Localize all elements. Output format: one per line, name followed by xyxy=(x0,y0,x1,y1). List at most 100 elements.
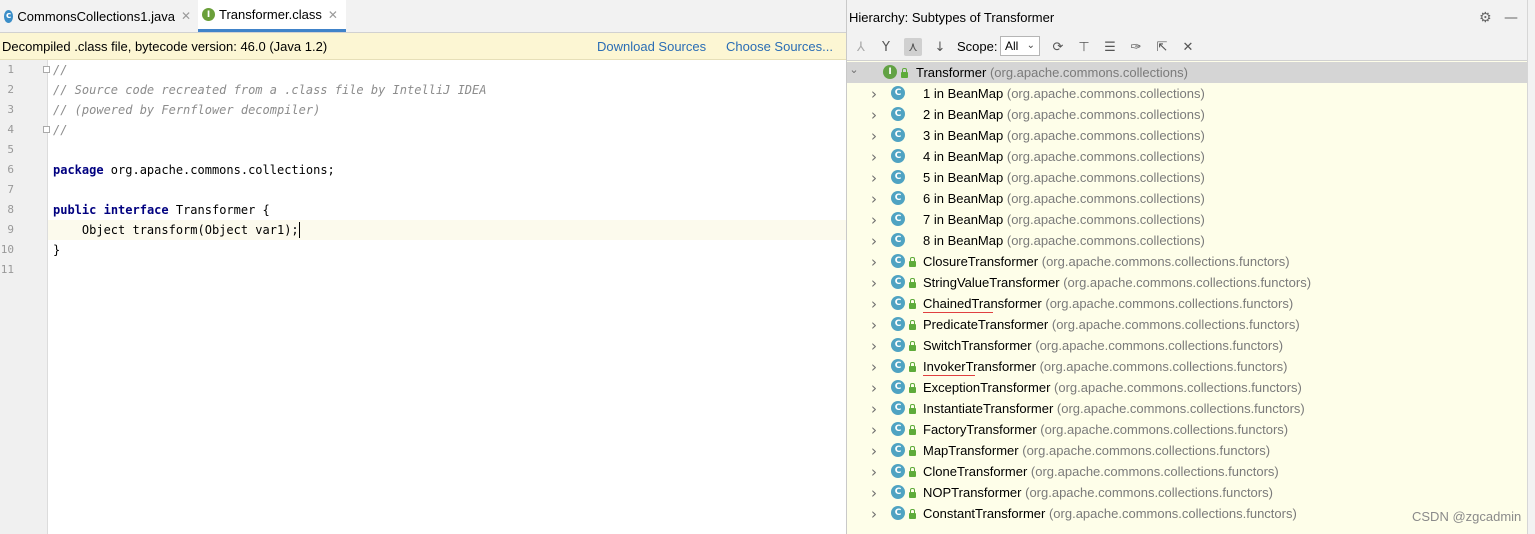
hierarchy-toolbar: ⅄ Y ⋏ ↓ Scope: All ⌄ ⟳ ⊤ ☰ ✑ ⇱ ✕ xyxy=(847,34,1527,61)
code-line: Object transform(Object var1); xyxy=(53,220,300,240)
supertypes-hierarchy-icon[interactable]: ⅄ xyxy=(852,38,870,56)
type-hierarchy-icon[interactable]: Y xyxy=(877,38,895,56)
hierarchy-title: Hierarchy: Subtypes of Transformer xyxy=(849,9,1055,25)
chevron-right-icon[interactable]: › xyxy=(869,169,879,187)
chevron-right-icon[interactable]: › xyxy=(869,190,879,208)
chevron-right-icon[interactable]: › xyxy=(869,421,879,439)
chevron-right-icon[interactable]: › xyxy=(869,400,879,418)
class-icon: C xyxy=(891,86,905,100)
class-name: ConstantTransformer xyxy=(923,506,1046,521)
collapse-all-icon[interactable]: ☰ xyxy=(1101,38,1119,56)
package-name: (org.apache.commons.collections.functors… xyxy=(1048,506,1297,521)
chevron-down-icon[interactable]: ⌄ xyxy=(849,63,859,76)
tree-item[interactable]: › C SwitchTransformer (org.apache.commons.… xyxy=(847,335,1527,356)
tree-item[interactable]: › C 5 in BeanMap (org.apache.commons.colle… xyxy=(847,167,1527,188)
chevron-right-icon[interactable]: › xyxy=(869,505,879,523)
chevron-right-icon[interactable]: › xyxy=(869,358,879,376)
chevron-right-icon[interactable]: › xyxy=(869,484,879,502)
class-icon: C xyxy=(891,233,905,247)
class-name: 6 in BeanMap xyxy=(923,191,1004,206)
subtypes-hierarchy-icon[interactable]: ⋏ xyxy=(904,38,922,56)
tree-item[interactable]: › C PredicateTransformer (org.apache.commo… xyxy=(847,314,1527,335)
tab-transformer-class[interactable]: I Transformer.class ✕ xyxy=(198,0,346,32)
chevron-right-icon[interactable]: › xyxy=(869,295,879,313)
tree-item[interactable]: › C ExceptionTransformer (org.apache.commo… xyxy=(847,377,1527,398)
annotation-underline xyxy=(923,312,993,313)
tree-item-label: FactoryTransformer (org.apache.commons.c… xyxy=(923,422,1288,437)
hierarchy-header: Hierarchy: Subtypes of Transformer ⚙ — xyxy=(847,0,1527,34)
open-external-icon[interactable]: ⇱ xyxy=(1153,38,1171,56)
chevron-right-icon[interactable]: › xyxy=(869,442,879,460)
public-lock-icon xyxy=(901,68,908,78)
right-tool-strip xyxy=(1527,0,1535,534)
chevron-right-icon[interactable]: › xyxy=(869,85,879,103)
tab-label: CommonsCollections1.java xyxy=(17,8,175,24)
tree-item[interactable]: › C StringValueTransformer (org.apache.com… xyxy=(847,272,1527,293)
package-name: (org.apache.commons.collections) xyxy=(1006,233,1205,248)
class-file-icon: c xyxy=(4,9,14,23)
chevron-right-icon[interactable]: › xyxy=(869,379,879,397)
line-number: 1 xyxy=(7,63,14,76)
tree-item-label: 1 in BeanMap (org.apache.commons.collect… xyxy=(923,86,1205,101)
expand-all-icon[interactable]: ⊤ xyxy=(1075,38,1093,56)
chevron-right-icon[interactable]: › xyxy=(869,211,879,229)
tree-item[interactable]: › C MapTransformer (org.apache.commons.col… xyxy=(847,440,1527,461)
close-icon[interactable]: ✕ xyxy=(1179,38,1197,56)
class-icon: C xyxy=(891,422,905,436)
tab-commonscollections1[interactable]: c CommonsCollections1.java ✕ xyxy=(0,0,195,32)
tree-item[interactable]: › C 3 in BeanMap (org.apache.commons.colle… xyxy=(847,125,1527,146)
code-line: } xyxy=(53,243,61,257)
class-icon: C xyxy=(891,254,905,268)
choose-sources-link[interactable]: Choose Sources... xyxy=(726,39,833,54)
code-line: // (powered by Fernflower decompiler) xyxy=(53,103,321,117)
tree-item[interactable]: › C FactoryTransformer (org.apache.commons… xyxy=(847,419,1527,440)
chevron-right-icon[interactable]: › xyxy=(869,337,879,355)
chevron-right-icon[interactable]: › xyxy=(869,316,879,334)
class-name: ExceptionTransformer xyxy=(923,380,1051,395)
sort-alphabetically-icon[interactable]: ↓ xyxy=(931,38,949,56)
code-editor[interactable]: // // Source code recreated from a .clas… xyxy=(48,60,846,534)
class-name: 1 in BeanMap xyxy=(923,86,1004,101)
chevron-right-icon[interactable]: › xyxy=(869,106,879,124)
class-icon: C xyxy=(891,317,905,331)
scope-select[interactable]: All ⌄ xyxy=(1000,36,1040,56)
download-sources-link[interactable]: Download Sources xyxy=(597,39,706,54)
package-name: (org.apache.commons.collections.functors… xyxy=(1040,422,1289,437)
line-number: 8 xyxy=(7,203,14,216)
line-number: 5 xyxy=(7,143,14,156)
tree-item[interactable]: › C NOPTransformer (org.apache.commons.col… xyxy=(847,482,1527,503)
tree-root-row[interactable]: ⌄ I Transformer (org.apache.commons.collec… xyxy=(847,62,1527,83)
close-icon[interactable]: ✕ xyxy=(328,8,338,22)
package-name: (org.apache.commons.collections.functors… xyxy=(1022,443,1271,458)
scope-value: All xyxy=(1005,39,1019,53)
class-name: ChainedTransformer xyxy=(923,296,1042,311)
refresh-icon[interactable]: ⟳ xyxy=(1049,38,1067,56)
chevron-right-icon[interactable]: › xyxy=(869,232,879,250)
tree-item[interactable]: › C ChainedTransformer (org.apache.commons… xyxy=(847,293,1527,314)
tree-item[interactable]: › C 4 in BeanMap (org.apache.commons.colle… xyxy=(847,146,1527,167)
tree-item[interactable]: › C ClosureTransformer (org.apache.commons… xyxy=(847,251,1527,272)
pin-icon[interactable]: ✑ xyxy=(1127,38,1145,56)
gear-icon[interactable]: ⚙ xyxy=(1479,10,1492,26)
tree-item[interactable]: › C 7 in BeanMap (org.apache.commons.colle… xyxy=(847,209,1527,230)
chevron-right-icon[interactable]: › xyxy=(869,253,879,271)
code-text: Object transform(Object var1); xyxy=(53,223,299,237)
minimize-icon[interactable]: — xyxy=(1504,10,1518,26)
tree-item[interactable]: › C CloneTransformer (org.apache.commons.c… xyxy=(847,461,1527,482)
close-icon[interactable]: ✕ xyxy=(181,9,191,23)
tree-item[interactable]: › C InstantiateTransformer (org.apache.com… xyxy=(847,398,1527,419)
class-icon: C xyxy=(891,443,905,457)
class-name: 7 in BeanMap xyxy=(923,212,1004,227)
chevron-right-icon[interactable]: › xyxy=(869,463,879,481)
tree-item[interactable]: › C 1 in BeanMap (org.apache.commons.colle… xyxy=(847,83,1527,104)
chevron-right-icon[interactable]: › xyxy=(869,127,879,145)
tree-root-label: Transformer (org.apache.commons.collecti… xyxy=(916,65,1188,80)
tree-item[interactable]: › C InvokerTransformer (org.apache.commons… xyxy=(847,356,1527,377)
tree-item[interactable]: › C 8 in BeanMap (org.apache.commons.colle… xyxy=(847,230,1527,251)
chevron-right-icon[interactable]: › xyxy=(869,148,879,166)
tree-item[interactable]: › C 2 in BeanMap (org.apache.commons.colle… xyxy=(847,104,1527,125)
public-lock-icon xyxy=(909,488,916,498)
tree-item[interactable]: › C 6 in BeanMap (org.apache.commons.colle… xyxy=(847,188,1527,209)
class-name: 8 in BeanMap xyxy=(923,233,1004,248)
chevron-right-icon[interactable]: › xyxy=(869,274,879,292)
